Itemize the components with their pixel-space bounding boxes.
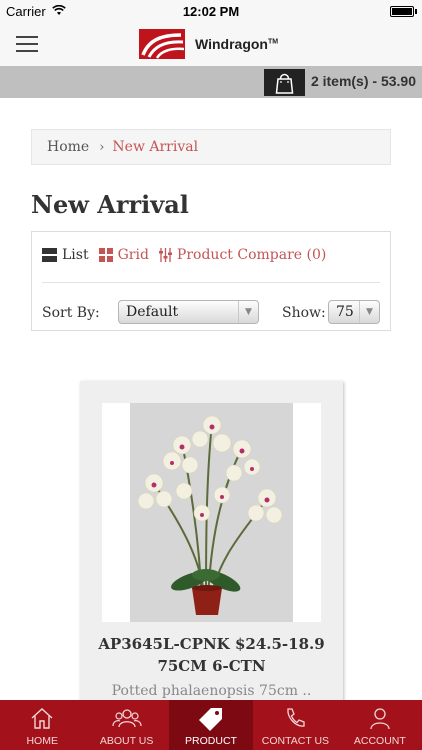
sort-by-label: Sort By: <box>42 305 100 321</box>
chevron-down-icon: ▼ <box>238 301 258 323</box>
trademark-mark: TM <box>267 38 279 46</box>
phone-icon <box>287 708 306 727</box>
tab-about-us-label: ABOUT US <box>99 735 154 747</box>
chevron-right-icon: › <box>99 139 105 155</box>
people-icon <box>112 709 142 728</box>
tab-account[interactable]: ACCOUNT <box>338 700 422 750</box>
grid-view-button[interactable]: Grid <box>98 247 149 263</box>
tab-about-us[interactable]: ABOUT US <box>84 700 168 750</box>
chevron-down-icon: ▼ <box>359 301 379 323</box>
clock: 12:02 PM <box>182 4 240 19</box>
toolbar-divider <box>42 282 380 283</box>
breadcrumb-current[interactable]: New Arrival <box>112 139 198 155</box>
tab-home[interactable]: HOME <box>0 700 84 750</box>
product-title-line1: AP3645L-CPNK $24.5-18.9 <box>98 635 325 653</box>
orchid-illustration <box>130 403 293 622</box>
grid-icon <box>98 248 113 262</box>
app-header: WindragonTM <box>0 22 422 66</box>
grid-view-label: Grid <box>117 247 149 263</box>
product-compare-label: Product Compare (0) <box>176 247 327 263</box>
sort-select-value: Default <box>126 304 179 320</box>
product-compare-link[interactable]: Product Compare (0) <box>158 247 327 263</box>
page-title: New Arrival <box>31 190 189 219</box>
list-icon <box>42 248 57 262</box>
status-bar: Carrier 12:02 PM <box>0 0 422 22</box>
brand-name: WindragonTM <box>195 36 279 52</box>
cart-button[interactable] <box>264 69 305 96</box>
product-title-line2: 75CM 6-CTN <box>157 657 266 675</box>
user-icon <box>370 708 390 730</box>
sliders-icon <box>158 248 172 262</box>
show-label: Show: <box>282 305 326 321</box>
product-toolbar: List Grid Product Compare (0) Sort By: D… <box>31 231 391 331</box>
breadcrumb: Home › New Arrival <box>31 129 391 165</box>
product-image[interactable] <box>102 403 321 622</box>
tab-home-label: HOME <box>26 735 58 747</box>
sort-select[interactable]: Default ▼ <box>118 300 259 324</box>
product-title[interactable]: AP3645L-CPNK $24.5-18.9 75CM 6-CTN <box>90 633 333 677</box>
product-description: Potted phalaenopsis 75cm .. <box>111 683 312 699</box>
battery-icon <box>390 6 414 17</box>
tab-contact-us[interactable]: CONTACT US <box>253 700 337 750</box>
tab-contact-us-label: CONTACT US <box>261 735 330 747</box>
product-card[interactable]: AP3645L-CPNK $24.5-18.9 75CM 6-CTN Potte… <box>80 381 343 711</box>
breadcrumb-home-link[interactable]: Home <box>47 139 89 155</box>
home-icon <box>31 708 53 729</box>
tag-icon <box>199 708 223 731</box>
menu-icon[interactable] <box>16 36 38 52</box>
view-options: List Grid Product Compare (0) <box>42 247 336 263</box>
battery-tip <box>415 9 417 14</box>
list-view-label: List <box>62 247 89 263</box>
shopping-bag-icon <box>275 73 294 94</box>
bottom-tab-bar: HOME ABOUT US PRODUCT CONTACT US ACCOUNT <box>0 700 422 750</box>
tab-product-label: PRODUCT <box>185 735 237 747</box>
windragon-logo-icon <box>139 29 185 59</box>
list-view-button[interactable]: List <box>42 247 89 263</box>
tab-account-label: ACCOUNT <box>353 735 406 747</box>
show-count-select[interactable]: 75 ▼ <box>328 300 380 324</box>
tab-product[interactable]: PRODUCT <box>168 700 254 750</box>
brand-logo[interactable]: WindragonTM <box>139 28 278 60</box>
show-select-value: 75 <box>336 304 354 320</box>
cart-summary[interactable]: 2 item(s) - 53.90 <box>311 73 416 89</box>
cart-bar: 2 item(s) - 53.90 <box>0 66 422 98</box>
